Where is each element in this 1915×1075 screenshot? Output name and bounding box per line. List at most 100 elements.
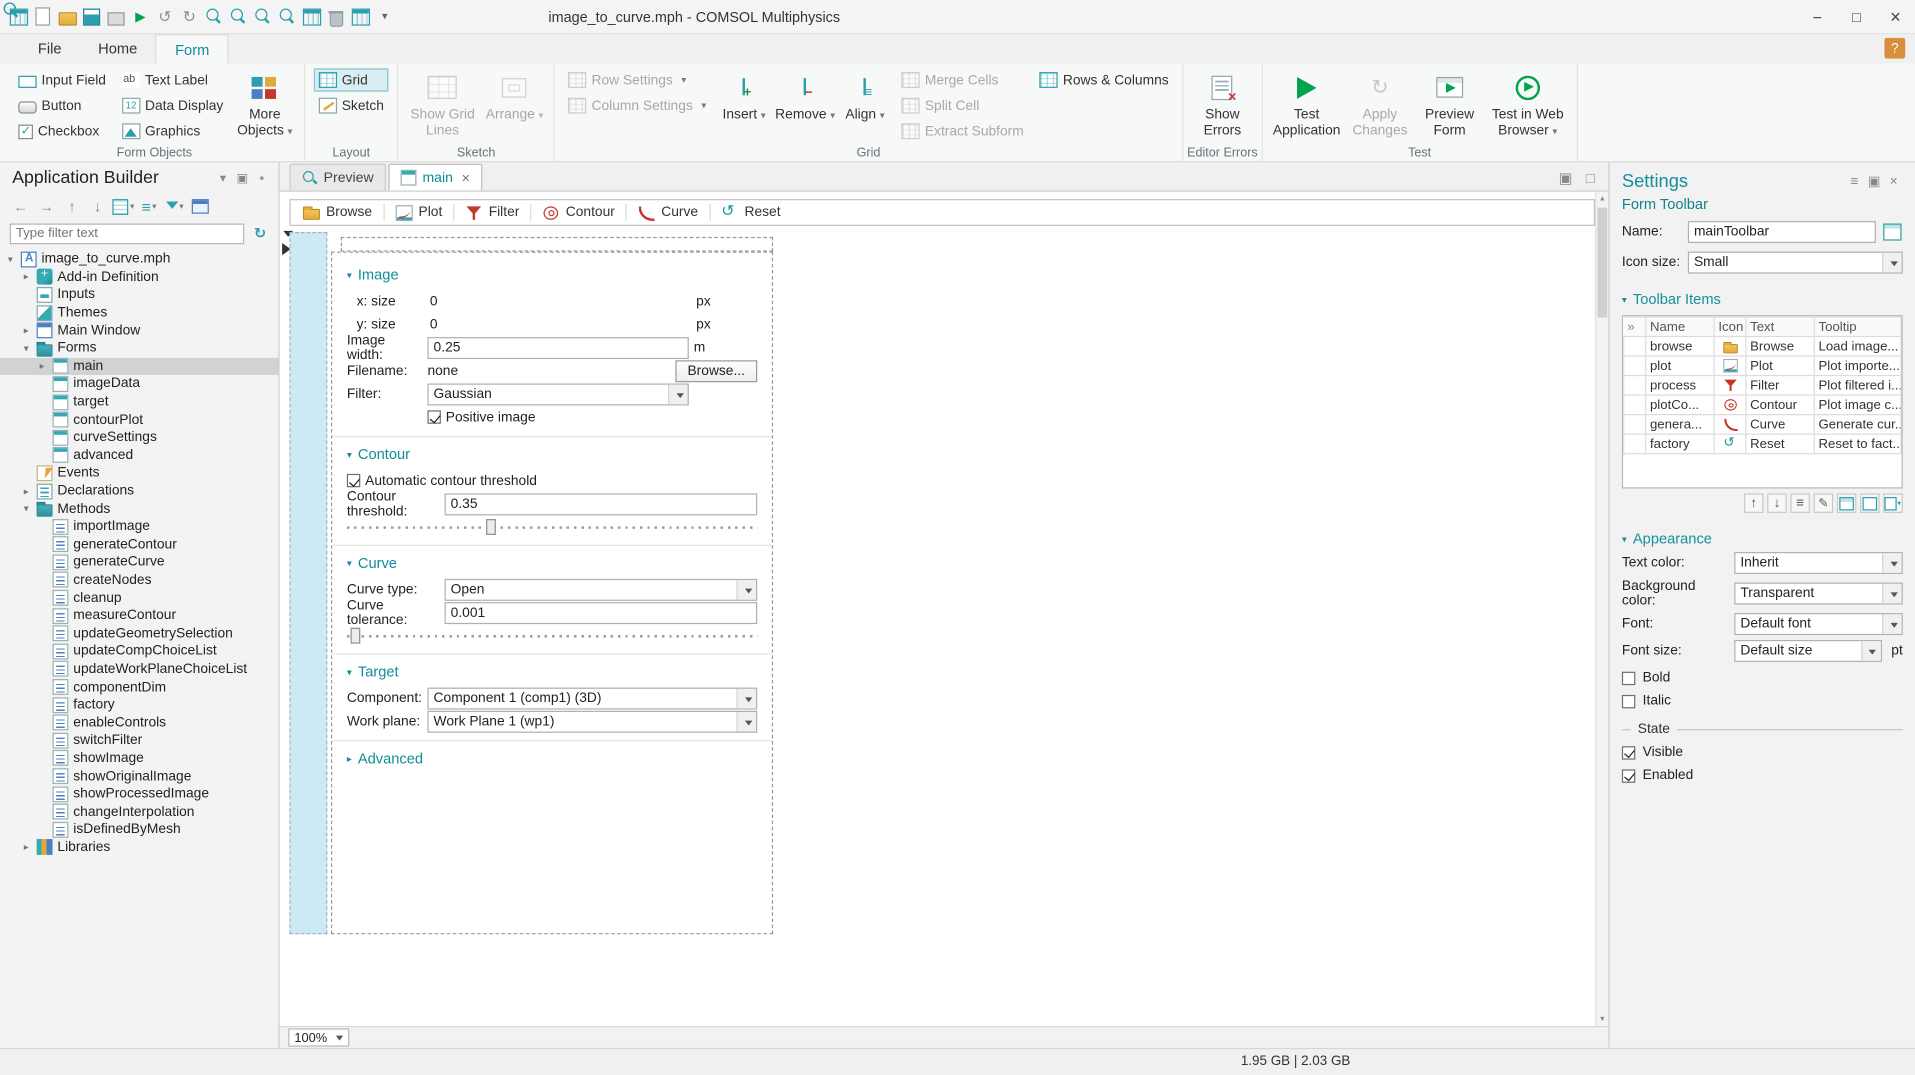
section-contour[interactable]: ▾ Contour (347, 442, 757, 466)
form-toolbar-plot-button[interactable]: Plot (388, 202, 450, 224)
tree-item[interactable]: ▾ image_to_curve.mph (0, 250, 278, 268)
float-panel-icon[interactable] (233, 169, 251, 187)
filter-select[interactable]: Gaussian (427, 382, 689, 405)
tree-item[interactable]: advanced (0, 446, 278, 464)
extract-subform-button[interactable]: Extract Subform (897, 120, 1029, 143)
toolbar-item-row[interactable]: browse Browse Load image... (1623, 335, 1902, 357)
component-select[interactable]: Component 1 (comp1) (3D) (427, 686, 758, 709)
row-selector-cell[interactable] (1623, 355, 1647, 377)
graphics-button[interactable]: Graphics (117, 120, 228, 143)
save-icon[interactable] (81, 5, 103, 27)
text-color-select[interactable]: Inherit (1734, 552, 1903, 575)
up-icon[interactable] (61, 195, 83, 217)
tab-form[interactable]: Form (155, 34, 229, 64)
toolbar-item-row[interactable]: plotCo... Contour Plot image c... (1623, 394, 1902, 416)
add-item-icon[interactable] (1836, 493, 1857, 513)
item-tooltip-cell[interactable]: Reset to fact... (1813, 433, 1902, 455)
tree-item[interactable]: showOriginalImage (0, 767, 278, 785)
tree-item[interactable]: measureContour (0, 607, 278, 625)
reset-desktop-icon[interactable] (300, 5, 322, 27)
collapse-icon[interactable]: ▾ (21, 503, 32, 514)
zoom-select[interactable]: 100% (288, 1028, 350, 1047)
pin-panel-icon[interactable] (253, 169, 271, 187)
zoom-in-icon[interactable] (203, 5, 225, 27)
tree-item[interactable]: Inputs (0, 286, 278, 304)
tree-item[interactable]: ▾ Methods (0, 500, 278, 518)
section-target[interactable]: ▾ Target (347, 660, 757, 684)
forward-icon[interactable] (35, 195, 57, 217)
item-text-cell[interactable]: Browse (1745, 335, 1815, 357)
grid-row-marker[interactable] (340, 236, 774, 252)
section-toolbar-items[interactable]: Toolbar Items (1622, 291, 1903, 308)
tree-item[interactable]: importImage (0, 518, 278, 536)
merge-cells-button[interactable]: Merge Cells (897, 68, 1029, 91)
section-appearance[interactable]: Appearance (1622, 530, 1903, 547)
toolbar-item-row[interactable]: factory ResetReset to fact... (1623, 433, 1902, 455)
tree-item[interactable]: updateCompChoiceList (0, 642, 278, 660)
tree-item[interactable]: imageData (0, 375, 278, 393)
form-toolbar-contour-button[interactable]: Contour (535, 202, 622, 224)
tree-item[interactable]: updateWorkPlaneChoiceList (0, 660, 278, 678)
curve-tolerance-slider[interactable] (346, 627, 758, 647)
item-tooltip-cell[interactable]: Plot image c... (1813, 394, 1902, 416)
data-display-button[interactable]: Data Display (117, 94, 228, 117)
tree-item[interactable]: showImage (0, 749, 278, 767)
tree-item[interactable]: ▸ Main Window (0, 322, 278, 340)
tree-item[interactable]: generateCurve (0, 553, 278, 571)
section-curve[interactable]: ▾ Curve (347, 551, 757, 575)
image-width-input[interactable] (427, 336, 689, 359)
show-grid-lines-button[interactable]: Show Grid Lines (407, 68, 478, 139)
print-icon[interactable] (105, 5, 127, 27)
button-object-button[interactable]: Button (13, 94, 110, 117)
expand-icon[interactable]: ▸ (21, 842, 32, 853)
tree-item[interactable]: cleanup (0, 589, 278, 607)
row-selector-cell[interactable] (1623, 414, 1647, 435)
row-selector-cell[interactable] (1623, 433, 1647, 455)
item-text-cell[interactable]: Filter (1745, 374, 1815, 396)
item-text-cell[interactable]: Curve (1745, 414, 1815, 435)
refresh-icon[interactable] (249, 222, 271, 244)
maximize-icon[interactable] (1837, 0, 1876, 34)
item-tooltip-cell[interactable]: Plot filtered i... (1813, 374, 1902, 396)
tree-item[interactable]: changeInterpolation (0, 803, 278, 821)
toolbar-item-row[interactable]: plot Plot Plot importe... (1623, 355, 1902, 377)
item-text-cell[interactable]: Reset (1745, 433, 1815, 455)
test-application-button[interactable]: Test Application (1271, 68, 1342, 139)
item-name-cell[interactable]: browse (1645, 335, 1715, 357)
checkbox-object-button[interactable]: Checkbox (13, 120, 110, 143)
arrange-button[interactable]: Arrange (484, 68, 545, 123)
restore-editor-icon[interactable] (1555, 167, 1577, 189)
form-canvas[interactable]: Browse Plot Filter Contour Curve Reset ▾Image… (279, 191, 1609, 1026)
view-mode-icon[interactable] (138, 195, 160, 217)
tree-item[interactable]: ▸ Declarations (0, 482, 278, 500)
close-settings-icon[interactable] (1884, 172, 1902, 190)
apply-changes-button[interactable]: Apply Changes (1348, 68, 1412, 139)
font-select[interactable]: Default font (1734, 613, 1903, 636)
expand-icon[interactable]: ▸ (21, 485, 32, 496)
delete-icon[interactable] (325, 5, 347, 27)
run-icon[interactable] (129, 5, 151, 27)
scroll-down-icon[interactable] (1596, 1012, 1608, 1025)
bold-checkbox[interactable] (1621, 671, 1636, 685)
tree-item[interactable]: ▸ Add-in Definition (0, 268, 278, 286)
item-name-cell[interactable]: plot (1645, 355, 1715, 377)
tree-item[interactable]: Events (0, 464, 278, 482)
tree-item[interactable]: contourPlot (0, 411, 278, 429)
row-settings-button[interactable]: Row Settings (563, 68, 711, 91)
customize-quick-access-icon[interactable] (374, 5, 396, 27)
render-form-icon[interactable] (1881, 221, 1903, 243)
text-label-button[interactable]: Text Label (117, 68, 228, 91)
form-toolbar-filter-button[interactable]: Filter (458, 202, 527, 224)
back-icon[interactable] (10, 195, 32, 217)
background-color-select[interactable]: Transparent (1734, 582, 1903, 605)
add-menu-icon[interactable] (1883, 493, 1903, 513)
tree-item[interactable]: showProcessedImage (0, 785, 278, 803)
expand-icon[interactable]: ▸ (37, 361, 48, 372)
show-errors-button[interactable]: Show Errors (1192, 68, 1253, 139)
form-toolbar-reset-button[interactable]: Reset (714, 201, 788, 224)
preview-window-icon[interactable] (189, 195, 211, 217)
tree-item[interactable]: componentDim (0, 678, 278, 696)
zoom-extents-icon[interactable] (252, 5, 274, 27)
tree-item[interactable]: ▸ Libraries (0, 839, 278, 857)
move-up-icon[interactable] (1744, 493, 1764, 513)
